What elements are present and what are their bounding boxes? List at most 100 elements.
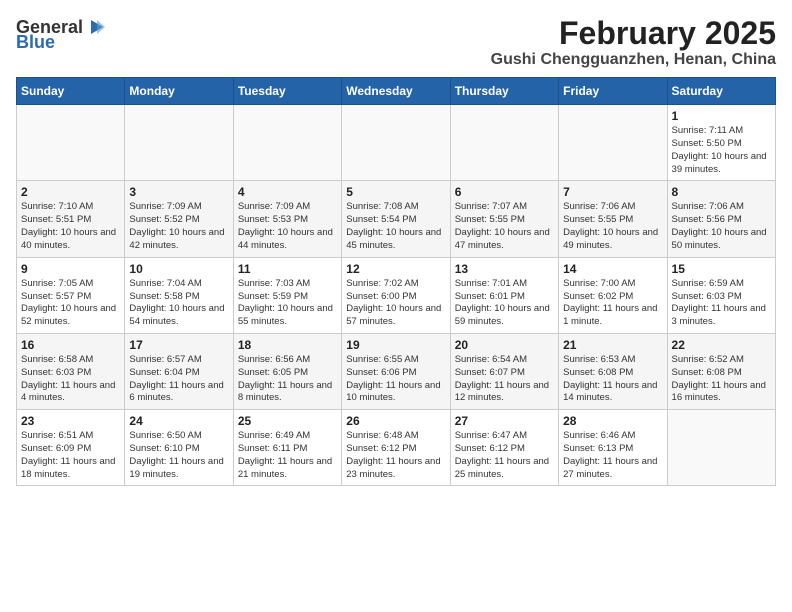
weekday-header-saturday: Saturday xyxy=(667,78,775,105)
day-number: 28 xyxy=(563,414,662,428)
calendar-day: 27 Sunrise: 6:47 AM Sunset: 6:12 PM Dayli… xyxy=(450,410,558,486)
logo-blue: Blue xyxy=(16,32,55,53)
calendar-day: 17 Sunrise: 6:57 AM Sunset: 6:04 PM Dayli… xyxy=(125,333,233,409)
calendar-day: 21 Sunrise: 6:53 AM Sunset: 6:08 PM Dayli… xyxy=(559,333,667,409)
day-number: 22 xyxy=(672,338,771,352)
logo: General Blue xyxy=(16,16,105,53)
day-info: Sunrise: 7:02 AM Sunset: 6:00 PM Dayligh… xyxy=(346,278,445,329)
weekday-header-tuesday: Tuesday xyxy=(233,78,341,105)
day-info: Sunrise: 7:03 AM Sunset: 5:59 PM Dayligh… xyxy=(238,278,337,329)
day-info: Sunrise: 6:49 AM Sunset: 6:11 PM Dayligh… xyxy=(238,430,337,481)
calendar-day: 10 Sunrise: 7:04 AM Sunset: 5:58 PM Dayli… xyxy=(125,257,233,333)
day-number: 1 xyxy=(672,109,771,123)
weekday-header-sunday: Sunday xyxy=(17,78,125,105)
day-info: Sunrise: 7:01 AM Sunset: 6:01 PM Dayligh… xyxy=(455,278,554,329)
day-number: 23 xyxy=(21,414,120,428)
weekday-header-wednesday: Wednesday xyxy=(342,78,450,105)
day-info: Sunrise: 6:51 AM Sunset: 6:09 PM Dayligh… xyxy=(21,430,120,481)
day-number: 27 xyxy=(455,414,554,428)
day-info: Sunrise: 7:07 AM Sunset: 5:55 PM Dayligh… xyxy=(455,201,554,252)
calendar-day: 18 Sunrise: 6:56 AM Sunset: 6:05 PM Dayli… xyxy=(233,333,341,409)
day-info: Sunrise: 7:06 AM Sunset: 5:56 PM Dayligh… xyxy=(672,201,771,252)
calendar-day xyxy=(667,410,775,486)
calendar-day: 8 Sunrise: 7:06 AM Sunset: 5:56 PM Daylig… xyxy=(667,181,775,257)
calendar-day xyxy=(342,105,450,181)
day-info: Sunrise: 7:00 AM Sunset: 6:02 PM Dayligh… xyxy=(563,278,662,329)
location-title: Gushi Chengguanzhen, Henan, China xyxy=(491,51,776,69)
day-info: Sunrise: 6:59 AM Sunset: 6:03 PM Dayligh… xyxy=(672,278,771,329)
day-info: Sunrise: 7:11 AM Sunset: 5:50 PM Dayligh… xyxy=(672,125,771,176)
calendar-day: 15 Sunrise: 6:59 AM Sunset: 6:03 PM Dayli… xyxy=(667,257,775,333)
day-info: Sunrise: 6:47 AM Sunset: 6:12 PM Dayligh… xyxy=(455,430,554,481)
day-number: 5 xyxy=(346,185,445,199)
calendar-day: 2 Sunrise: 7:10 AM Sunset: 5:51 PM Daylig… xyxy=(17,181,125,257)
month-title: February 2025 xyxy=(491,16,776,51)
day-number: 11 xyxy=(238,262,337,276)
day-number: 16 xyxy=(21,338,120,352)
calendar-day: 28 Sunrise: 6:46 AM Sunset: 6:13 PM Dayli… xyxy=(559,410,667,486)
day-info: Sunrise: 7:04 AM Sunset: 5:58 PM Dayligh… xyxy=(129,278,228,329)
calendar-day: 25 Sunrise: 6:49 AM Sunset: 6:11 PM Dayli… xyxy=(233,410,341,486)
day-number: 21 xyxy=(563,338,662,352)
day-number: 4 xyxy=(238,185,337,199)
day-number: 17 xyxy=(129,338,228,352)
calendar-day: 3Sunrise: 7:09 AM Sunset: 5:52 PM Daylig… xyxy=(125,181,233,257)
calendar-week-row: 1 Sunrise: 7:11 AM Sunset: 5:50 PM Daylig… xyxy=(17,105,776,181)
calendar-day: 22 Sunrise: 6:52 AM Sunset: 6:08 PM Dayli… xyxy=(667,333,775,409)
calendar-day: 19 Sunrise: 6:55 AM Sunset: 6:06 PM Dayli… xyxy=(342,333,450,409)
day-info: Sunrise: 7:09 AM Sunset: 5:53 PM Dayligh… xyxy=(238,201,337,252)
calendar-day: 5 Sunrise: 7:08 AM Sunset: 5:54 PM Daylig… xyxy=(342,181,450,257)
day-number: 20 xyxy=(455,338,554,352)
day-info: Sunrise: 7:08 AM Sunset: 5:54 PM Dayligh… xyxy=(346,201,445,252)
day-info: Sunrise: 7:09 AM Sunset: 5:52 PM Dayligh… xyxy=(129,201,228,252)
day-number: 10 xyxy=(129,262,228,276)
calendar-day: 14 Sunrise: 7:00 AM Sunset: 6:02 PM Dayli… xyxy=(559,257,667,333)
calendar-day: 11 Sunrise: 7:03 AM Sunset: 5:59 PM Dayli… xyxy=(233,257,341,333)
title-block: February 2025 Gushi Chengguanzhen, Henan… xyxy=(491,16,776,69)
day-number: 9 xyxy=(21,262,120,276)
calendar-day: 13 Sunrise: 7:01 AM Sunset: 6:01 PM Dayli… xyxy=(450,257,558,333)
day-info: Sunrise: 6:55 AM Sunset: 6:06 PM Dayligh… xyxy=(346,354,445,405)
page-header: General Blue February 2025 Gushi Chenggu… xyxy=(16,16,776,69)
calendar-table: SundayMondayTuesdayWednesdayThursdayFrid… xyxy=(16,77,776,486)
day-info: Sunrise: 6:48 AM Sunset: 6:12 PM Dayligh… xyxy=(346,430,445,481)
calendar-day: 20Sunrise: 6:54 AM Sunset: 6:07 PM Dayli… xyxy=(450,333,558,409)
day-info: Sunrise: 6:46 AM Sunset: 6:13 PM Dayligh… xyxy=(563,430,662,481)
day-info: Sunrise: 6:56 AM Sunset: 6:05 PM Dayligh… xyxy=(238,354,337,405)
calendar-day: 7 Sunrise: 7:06 AM Sunset: 5:55 PM Daylig… xyxy=(559,181,667,257)
calendar-day: 9 Sunrise: 7:05 AM Sunset: 5:57 PM Daylig… xyxy=(17,257,125,333)
day-number: 6 xyxy=(455,185,554,199)
weekday-header-thursday: Thursday xyxy=(450,78,558,105)
day-number: 7 xyxy=(563,185,662,199)
day-info: Sunrise: 7:10 AM Sunset: 5:51 PM Dayligh… xyxy=(21,201,120,252)
day-info: Sunrise: 6:53 AM Sunset: 6:08 PM Dayligh… xyxy=(563,354,662,405)
calendar-day: 26 Sunrise: 6:48 AM Sunset: 6:12 PM Dayli… xyxy=(342,410,450,486)
day-number: 26 xyxy=(346,414,445,428)
day-number: 25 xyxy=(238,414,337,428)
calendar-week-row: 16 Sunrise: 6:58 AM Sunset: 6:03 PM Dayli… xyxy=(17,333,776,409)
calendar-day xyxy=(17,105,125,181)
calendar-day: 24 Sunrise: 6:50 AM Sunset: 6:10 PM Dayli… xyxy=(125,410,233,486)
day-info: Sunrise: 6:57 AM Sunset: 6:04 PM Dayligh… xyxy=(129,354,228,405)
day-number: 19 xyxy=(346,338,445,352)
day-info: Sunrise: 6:50 AM Sunset: 6:10 PM Dayligh… xyxy=(129,430,228,481)
day-info: Sunrise: 7:05 AM Sunset: 5:57 PM Dayligh… xyxy=(21,278,120,329)
weekday-header-monday: Monday xyxy=(125,78,233,105)
day-number: 12 xyxy=(346,262,445,276)
day-number: 15 xyxy=(672,262,771,276)
day-number: 2 xyxy=(21,185,120,199)
day-info: Sunrise: 6:52 AM Sunset: 6:08 PM Dayligh… xyxy=(672,354,771,405)
day-info: Sunrise: 6:58 AM Sunset: 6:03 PM Dayligh… xyxy=(21,354,120,405)
day-number: 14 xyxy=(563,262,662,276)
day-number: 24 xyxy=(129,414,228,428)
weekday-header-row: SundayMondayTuesdayWednesdayThursdayFrid… xyxy=(17,78,776,105)
calendar-day: 6 Sunrise: 7:07 AM Sunset: 5:55 PM Daylig… xyxy=(450,181,558,257)
day-number: 8 xyxy=(672,185,771,199)
calendar-day: 4 Sunrise: 7:09 AM Sunset: 5:53 PM Daylig… xyxy=(233,181,341,257)
calendar-day: 12 Sunrise: 7:02 AM Sunset: 6:00 PM Dayli… xyxy=(342,257,450,333)
day-info: Sunrise: 7:06 AM Sunset: 5:55 PM Dayligh… xyxy=(563,201,662,252)
calendar-week-row: 9 Sunrise: 7:05 AM Sunset: 5:57 PM Daylig… xyxy=(17,257,776,333)
calendar-day: 1 Sunrise: 7:11 AM Sunset: 5:50 PM Daylig… xyxy=(667,105,775,181)
day-number: 18 xyxy=(238,338,337,352)
day-number: 13 xyxy=(455,262,554,276)
